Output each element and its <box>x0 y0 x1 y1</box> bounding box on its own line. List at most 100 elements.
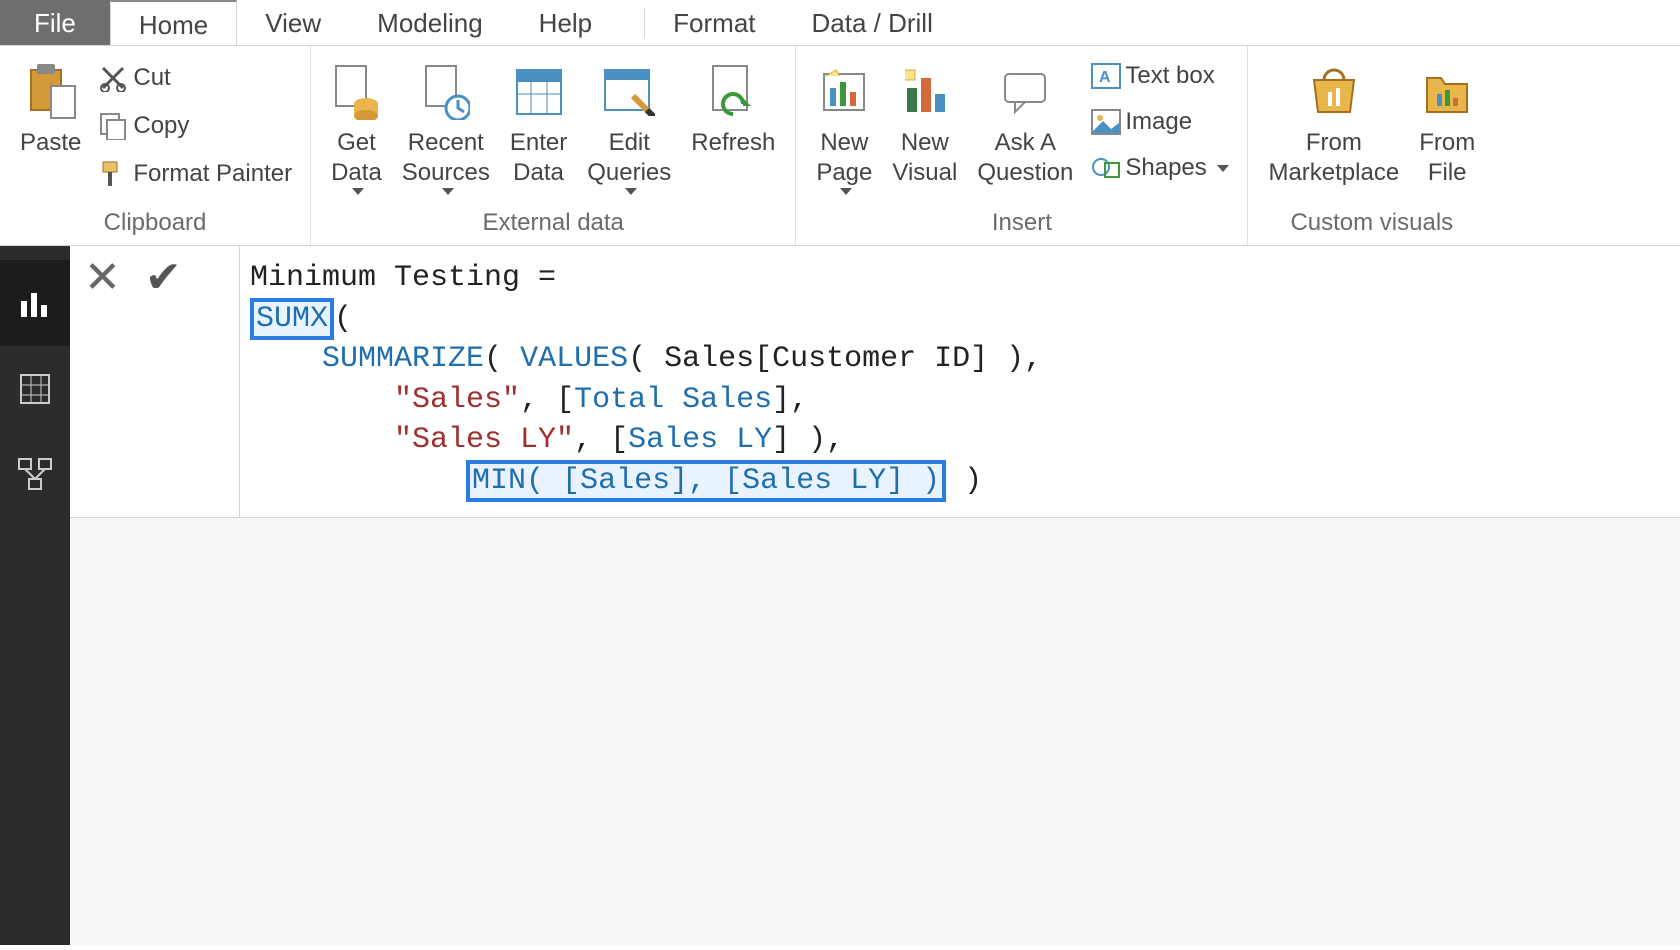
menu-home[interactable]: Home <box>110 0 237 45</box>
table-cell: 1,587 <box>1155 827 1320 861</box>
col-customer-name[interactable]: Customer Name <box>739 609 990 671</box>
image-icon <box>1091 109 1125 135</box>
slicer-item-label: GA <box>474 779 517 813</box>
checkbox-icon[interactable] <box>430 783 456 809</box>
formula-editor[interactable]: Minimum Testing = SUMX( SUMMARIZE( VALUE… <box>240 246 1680 517</box>
image-button[interactable]: Image <box>1083 102 1237 142</box>
marketplace-icon <box>1308 60 1360 124</box>
chevron-down-icon <box>1217 165 1229 172</box>
new-page-button[interactable]: New Page <box>806 54 882 195</box>
recent-sources-button[interactable]: Recent Sources <box>392 54 500 195</box>
copy-button[interactable]: Copy <box>91 106 300 146</box>
format-painter-button[interactable]: Format Painter <box>91 154 300 194</box>
slicer-item[interactable]: MD <box>430 862 580 906</box>
table-row[interactable]: Aaron Cruz4,7587,6704,758 <box>729 683 1680 729</box>
refresh-button[interactable]: Refresh <box>681 54 785 158</box>
table-cell: 4,758 <box>990 689 1155 723</box>
paste-button[interactable]: Paste <box>10 54 91 158</box>
checkbox-icon[interactable] <box>430 827 456 853</box>
resize-handle-icon[interactable] <box>723 571 739 587</box>
refresh-icon <box>709 60 757 124</box>
menu-file[interactable]: File <box>0 0 110 45</box>
table-cell <box>1610 781 1680 815</box>
ask-question-button[interactable]: Ask A Question <box>967 54 1083 188</box>
slicer-item[interactable]: NC <box>430 906 580 950</box>
ask-question-label: Ask A Question <box>977 128 1073 188</box>
slicer-item[interactable]: MA <box>430 818 580 862</box>
formula-cancel-button[interactable]: ✕ <box>84 256 121 300</box>
slicer-state-code: State Code CT FL GA MA MD NC <box>430 636 580 950</box>
menu-modeling[interactable]: Modeling <box>349 0 511 45</box>
col-total-sales[interactable]: Total Sales <box>990 609 1155 671</box>
table-cell: Aaron Miller <box>739 781 990 815</box>
recent-sources-icon <box>422 60 470 124</box>
table-cell: 272 <box>990 781 1155 815</box>
enter-data-label: Enter Data <box>510 128 567 188</box>
checkbox-icon[interactable] <box>430 871 456 897</box>
copy-icon <box>99 112 133 140</box>
formula-commit-button[interactable]: ✔ <box>145 256 182 300</box>
image-label: Image <box>1125 108 1192 136</box>
get-data-icon <box>332 60 380 124</box>
slicer-item[interactable]: CT <box>430 686 580 730</box>
text-box-icon: A <box>1091 63 1125 89</box>
from-file-button[interactable]: From File <box>1409 54 1485 188</box>
slicer-item-label: CT <box>474 691 514 725</box>
formula-bar: ✕ ✔ Minimum Testing = SUMX( SUMMARIZE( V… <box>70 246 1680 518</box>
slicer-title: State Code <box>430 636 580 670</box>
checkbox-icon[interactable] <box>430 695 456 721</box>
new-visual-button[interactable]: New Visual <box>882 54 967 188</box>
measure-name: Minimum Testing <box>250 261 520 295</box>
get-data-button[interactable]: Get Data <box>321 54 392 195</box>
slicer-item-label: MD <box>474 867 521 901</box>
shapes-button[interactable]: Shapes <box>1083 148 1237 188</box>
group-custom-label: Custom visuals <box>1258 205 1485 241</box>
table-cell: 4,944 <box>1320 873 1610 907</box>
from-marketplace-button[interactable]: From Marketplace <box>1258 54 1409 188</box>
left-nav <box>0 246 70 945</box>
col-minim[interactable]: Minim <box>1610 609 1680 671</box>
edit-queries-button[interactable]: Edit Queries <box>577 54 681 195</box>
drag-grip-icon[interactable]: ≡ <box>1653 583 1667 611</box>
slicer-item[interactable]: FL <box>430 730 580 774</box>
table-visual[interactable]: ≡ Customer Name Total Sales Sales LY Min… <box>728 576 1680 914</box>
enter-data-button[interactable]: Enter Data <box>500 54 577 188</box>
paste-label: Paste <box>20 128 81 158</box>
table-cell: Aaron Day <box>739 735 990 769</box>
col-sales-ly[interactable]: Sales LY <box>1155 609 1320 671</box>
table-row[interactable]: Aaron Mills3361,587336 <box>729 821 1680 867</box>
ribbon-group-external: Get Data Recent Sources Enter Data Edit … <box>311 46 796 245</box>
nav-report[interactable] <box>0 260 70 346</box>
checkbox-icon[interactable] <box>430 739 456 765</box>
col-customer-id: Sales[Customer ID] <box>664 342 988 376</box>
from-file-icon <box>1423 60 1471 124</box>
menu-view[interactable]: View <box>237 0 349 45</box>
fn-summarize: SUMMARIZE <box>322 342 484 376</box>
table-cell <box>1610 735 1680 769</box>
col-min-wrong[interactable]: Minimum Testing (Wrong) <box>1320 609 1610 671</box>
checkbox-icon[interactable] <box>430 915 456 941</box>
slicer-item-label: NC <box>474 911 517 945</box>
table-row[interactable]: Aaron Moreno7,9674,9444,944 <box>729 867 1680 913</box>
svg-text:A: A <box>1099 69 1111 86</box>
nav-model[interactable] <box>0 432 70 518</box>
edit-queries-label: Edit Queries <box>587 128 671 188</box>
slicer-item[interactable]: GA <box>430 774 580 818</box>
enter-data-icon <box>515 60 563 124</box>
table-cell: 272 <box>1320 781 1610 815</box>
str-sales: "Sales" <box>394 383 520 417</box>
table-row[interactable]: Aaron Miller272400272 <box>729 775 1680 821</box>
text-box-button[interactable]: A Text box <box>1083 56 1237 96</box>
shapes-label: Shapes <box>1125 154 1206 182</box>
table-cell: 7,967 <box>990 873 1155 907</box>
col-total-sales: Total Sales <box>574 383 772 417</box>
table-row[interactable]: Aaron Day5,4058,2655,405 <box>729 729 1680 775</box>
cut-label: Cut <box>133 64 170 92</box>
nav-data[interactable] <box>0 346 70 432</box>
table-cell <box>1610 873 1680 907</box>
menu-help[interactable]: Help <box>511 0 620 45</box>
ribbon: Paste Cut Copy <box>0 46 1680 246</box>
cut-button[interactable]: Cut <box>91 58 300 98</box>
menu-format[interactable]: Format <box>645 0 783 45</box>
menu-datadrill[interactable]: Data / Drill <box>784 0 961 45</box>
